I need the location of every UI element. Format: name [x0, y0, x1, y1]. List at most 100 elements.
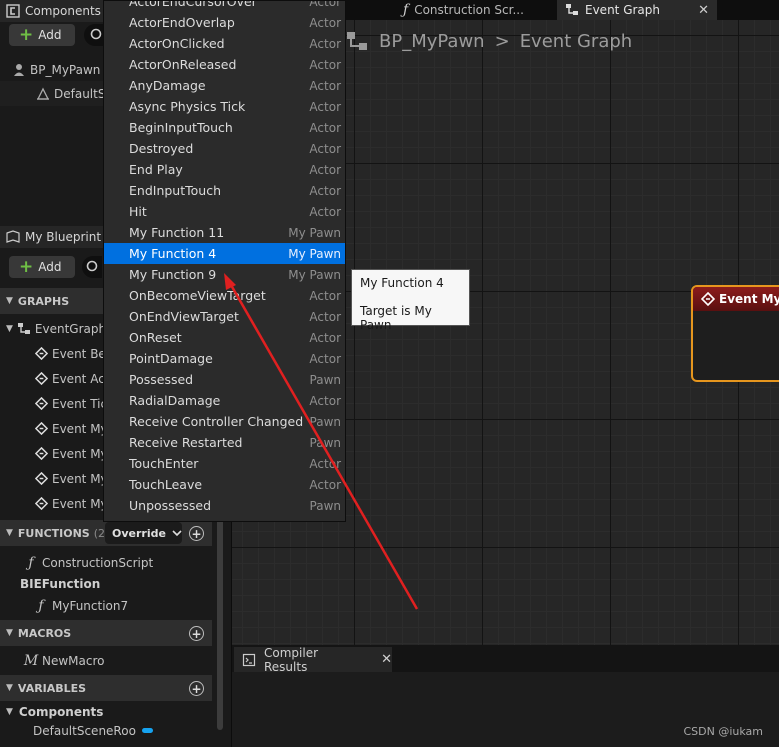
breadcrumb-blueprint[interactable]: BP_MyPawn — [379, 31, 485, 52]
menu-item-category: Actor — [309, 141, 341, 156]
tab-label: My Blueprint — [25, 230, 102, 244]
event-diamond-icon — [34, 472, 48, 486]
menu-item[interactable]: ActorEndOverlap Actor — [104, 12, 345, 33]
variable-label: DefaultSceneRoo — [33, 723, 136, 738]
event-label: Event Be — [52, 346, 106, 361]
menu-item[interactable]: TouchEnter Actor — [104, 453, 345, 474]
menu-item[interactable]: TouchLeave Actor — [104, 474, 345, 495]
menu-item[interactable]: ActorOnReleased Actor — [104, 54, 345, 75]
menu-item[interactable]: Possessed Pawn — [104, 369, 345, 390]
graph-icon — [17, 322, 31, 336]
menu-item-label: BeginInputTouch — [129, 120, 233, 135]
add-variable-icon[interactable]: + — [189, 681, 204, 696]
menu-item[interactable]: Async Physics Tick Actor — [104, 96, 345, 117]
menu-item-label: AnyDamage — [129, 78, 206, 93]
menu-item[interactable]: Receive Controller Changed Pawn — [104, 411, 345, 432]
event-node-header: Event My — [693, 287, 779, 311]
menu-item[interactable]: Destroyed Actor — [104, 138, 345, 159]
menu-item-category: Actor — [309, 456, 341, 471]
menu-item[interactable]: OnEndViewTarget Actor — [104, 306, 345, 327]
function-item[interactable]: ƒ ConstructionScript — [0, 550, 232, 575]
section-title: VARIABLES — [17, 681, 87, 695]
menu-item[interactable]: AnyDamage Actor — [104, 75, 345, 96]
menu-item[interactable]: Unpossessed Pawn — [104, 495, 345, 516]
menu-item[interactable]: Hit Actor — [104, 201, 345, 222]
menu-item-label: OnReset — [129, 330, 182, 345]
macros-section-header[interactable]: ▼ MACROS + — [0, 620, 212, 646]
close-icon[interactable]: ✕ — [381, 652, 392, 667]
variable-type-pill-icon — [141, 728, 153, 733]
menu-item[interactable]: BeginInputTouch Actor — [104, 117, 345, 138]
function-item[interactable]: ƒ MyFunction7 — [0, 593, 232, 618]
menu-item-label: OnEndViewTarget — [129, 309, 239, 324]
add-macro-icon[interactable]: + — [189, 626, 204, 641]
add-label: Add — [38, 28, 62, 42]
my-blueprint-search-input[interactable] — [82, 256, 102, 278]
event-node[interactable]: Event My — [691, 285, 779, 382]
breadcrumb-graph[interactable]: Event Graph — [520, 31, 633, 52]
components-search-input[interactable] — [84, 24, 104, 46]
expand-arrow-icon: ▼ — [6, 323, 13, 334]
menu-item[interactable]: OnReset Actor — [104, 327, 345, 348]
menu-item-label: My Function 11 — [129, 225, 225, 240]
menu-item[interactable]: ActorEndCursorOver Actor — [104, 1, 345, 12]
tab-my-blueprint[interactable]: My Blueprint — [0, 226, 110, 248]
menu-item-label: EndInputTouch — [129, 183, 221, 198]
components-add-button[interactable]: + Add — [9, 24, 75, 46]
menu-item-label: Hit — [129, 204, 147, 219]
event-label: Event Act — [52, 371, 110, 386]
menu-item-tooltip: My Function 4 Target is My Pawn — [351, 269, 470, 332]
menu-item[interactable]: EndInputTouch Actor — [104, 180, 345, 201]
tab-label: Components — [25, 4, 101, 18]
component-child-label: DefaultS — [54, 86, 106, 101]
menu-item[interactable]: My Function 4 My Pawn — [104, 243, 345, 264]
scene-component-icon — [36, 87, 50, 101]
pawn-icon — [12, 63, 26, 77]
add-function-icon[interactable]: + — [189, 526, 204, 541]
menu-item[interactable]: PointDamage Actor — [104, 348, 345, 369]
menu-item[interactable]: ActorOnClicked Actor — [104, 33, 345, 54]
breadcrumb-graph-icon — [345, 30, 369, 52]
add-label: Add — [38, 260, 62, 274]
override-dropdown[interactable]: Override — [105, 522, 182, 544]
menu-item[interactable]: Receive Restarted Pawn — [104, 432, 345, 453]
tab-compiler-results[interactable]: Compiler Results ✕ — [234, 646, 392, 674]
tab-construction-script[interactable]: ƒ Construction Scr... — [395, 0, 555, 20]
menu-item[interactable]: My Function 9 My Pawn — [104, 264, 345, 285]
function-category-header[interactable]: BIEFunction — [0, 574, 212, 594]
variables-section-header[interactable]: ▼ VARIABLES + — [0, 675, 212, 701]
menu-item[interactable]: OnBecomeViewTarget Actor — [104, 285, 345, 306]
variable-item[interactable]: DefaultSceneRoo — [0, 718, 232, 743]
function-icon: ƒ — [28, 554, 34, 571]
event-diamond-icon — [701, 292, 715, 306]
tab-event-graph[interactable]: Event Graph ✕ — [557, 0, 717, 20]
my-blueprint-add-button[interactable]: + Add — [9, 256, 75, 278]
menu-item-category: Actor — [309, 309, 341, 324]
menu-item-label: RadialDamage — [129, 393, 221, 408]
category-label: BIEFunction — [20, 577, 101, 591]
macro-item[interactable]: M NewMacro — [0, 648, 232, 673]
event-diamond-icon — [34, 447, 48, 461]
menu-item[interactable]: My Function 11 My Pawn — [104, 222, 345, 243]
tooltip-target: Target is My Pawn — [360, 304, 432, 332]
menu-item-label: Receive Controller Changed — [129, 414, 304, 429]
close-icon[interactable]: ✕ — [698, 3, 709, 18]
event-label: Event My — [52, 471, 108, 486]
menu-item[interactable]: RadialDamage Actor — [104, 390, 345, 411]
search-icon — [86, 260, 102, 274]
function-label: ConstructionScript — [42, 555, 154, 570]
function-icon: ƒ — [38, 597, 44, 614]
menu-item-category: Pawn — [309, 498, 341, 513]
menu-item-label: Unpossessed — [129, 498, 212, 513]
section-title: GRAPHS — [17, 294, 70, 308]
menu-item-category: Actor — [309, 330, 341, 345]
menu-item-label: TouchLeave — [129, 477, 203, 492]
function-icon: ƒ — [403, 2, 409, 18]
menu-item-category: Actor — [309, 78, 341, 93]
menu-item[interactable]: End Play Actor — [104, 159, 345, 180]
tab-components[interactable]: Components — [0, 0, 110, 22]
override-label: Override — [112, 526, 166, 540]
menu-item-label: TouchEnter — [129, 456, 199, 471]
menu-item-label: Receive Restarted — [129, 435, 243, 450]
event-diamond-icon — [34, 347, 48, 361]
